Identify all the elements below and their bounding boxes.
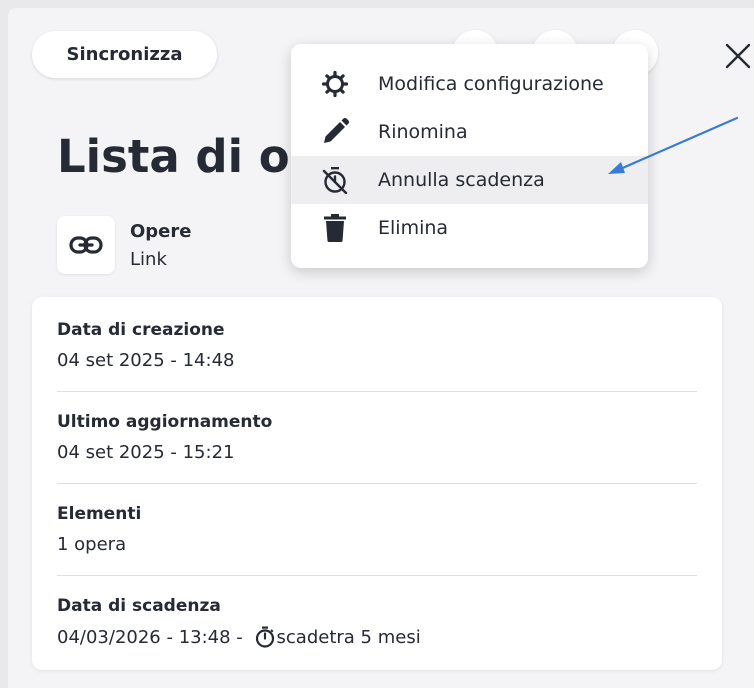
trash-icon — [319, 214, 351, 242]
gear-icon — [319, 70, 351, 98]
last-update-label: Ultimo aggiornamento — [57, 412, 273, 432]
timer-icon — [255, 626, 275, 648]
menu-item-cancel-expiry[interactable]: Annulla scadenza — [291, 156, 648, 204]
menu-item-rename[interactable]: Rinomina — [291, 108, 648, 156]
sync-button[interactable]: Sincronizza — [32, 31, 217, 78]
menu-item-label: Modifica configurazione — [378, 73, 604, 95]
creation-date-label: Data di creazione — [57, 320, 225, 340]
menu-item-label: Rinomina — [378, 121, 468, 143]
close-button[interactable] — [720, 38, 754, 74]
expiry-separator: - — [230, 626, 249, 648]
menu-item-delete[interactable]: Elimina — [291, 204, 648, 252]
link-type: Link — [130, 249, 167, 270]
page-title: Lista di op — [57, 130, 322, 183]
context-menu: Modifica configurazione Rinomina Annulla… — [291, 44, 648, 268]
menu-item-label: Elimina — [378, 217, 449, 239]
expiry-time: 13:48 — [178, 626, 231, 648]
menu-item-edit-config[interactable]: Modifica configurazione — [291, 60, 648, 108]
menu-item-label: Annulla scadenza — [378, 169, 545, 191]
timer-off-icon — [319, 166, 351, 194]
divider — [57, 575, 697, 576]
expiry-value: 04/03/2026 - 13:48 - scadetra 5 mesi — [57, 626, 697, 648]
creation-date-value: 04 set 2025 - 14:48 — [57, 350, 235, 371]
expiry-separator: - — [160, 626, 179, 648]
info-card: Data di creazione 04 set 2025 - 14:48 Ul… — [32, 297, 722, 670]
expiry-section: Data di scadenza 04/03/2026 - 13:48 - sc… — [57, 596, 697, 648]
expiry-date: 04/03/2026 — [57, 626, 161, 648]
items-section: Elementi 1 opera — [57, 504, 697, 555]
link-icon — [69, 236, 103, 254]
pencil-icon — [319, 118, 351, 146]
link-name: Opere — [130, 221, 192, 242]
expiry-remaining: scadetra 5 mesi — [276, 626, 421, 648]
items-value: 1 opera — [57, 534, 127, 555]
close-icon — [725, 43, 751, 69]
last-update-section: Ultimo aggiornamento 04 set 2025 - 15:21 — [57, 412, 697, 463]
expiry-label: Data di scadenza — [57, 596, 221, 616]
link-icon-box — [57, 216, 115, 274]
items-label: Elementi — [57, 504, 142, 524]
divider — [57, 391, 697, 392]
creation-date-section: Data di creazione 04 set 2025 - 14:48 — [57, 320, 697, 371]
divider — [57, 483, 697, 484]
last-update-value: 04 set 2025 - 15:21 — [57, 442, 235, 463]
